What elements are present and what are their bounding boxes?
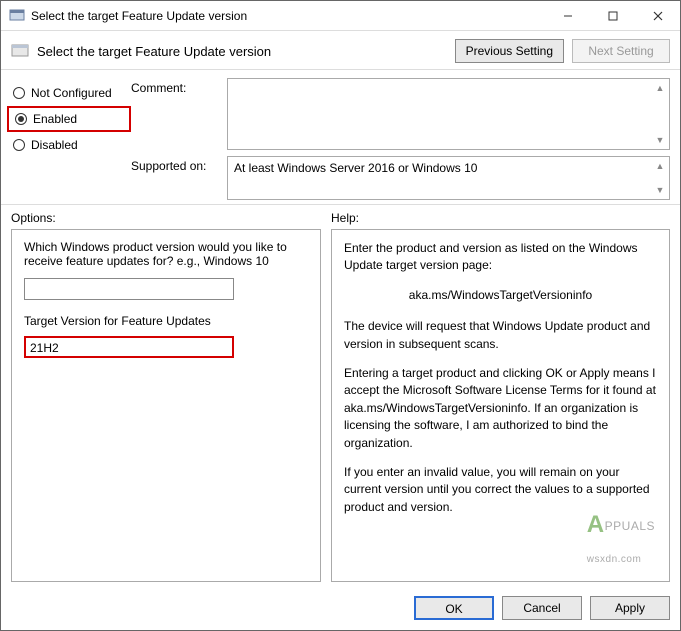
help-paragraph: If you enter an invalid value, you will …	[344, 464, 657, 516]
titlebar: Select the target Feature Update version	[1, 1, 680, 31]
pane-labels: Options: Help:	[1, 205, 680, 229]
state-radio-group: Not Configured Enabled Disabled	[11, 78, 131, 200]
chevron-down-icon[interactable]: ▼	[653, 133, 667, 147]
maximize-button[interactable]	[590, 1, 635, 31]
apply-button[interactable]: Apply	[590, 596, 670, 620]
supported-on-label: Supported on:	[131, 156, 221, 173]
radio-icon	[13, 139, 25, 151]
target-version-input[interactable]: 21H2	[24, 336, 234, 358]
supported-on-box: At least Windows Server 2016 or Windows …	[227, 156, 670, 200]
policy-icon	[11, 42, 29, 60]
product-question: Which Windows product version would you …	[24, 240, 308, 268]
radio-label: Disabled	[31, 138, 78, 152]
highlight-enabled: Enabled	[7, 106, 131, 132]
comment-textarea[interactable]: ▲ ▼	[227, 78, 670, 150]
options-pane: Which Windows product version would you …	[11, 229, 321, 582]
help-paragraph: The device will request that Windows Upd…	[344, 318, 657, 353]
radio-label: Not Configured	[31, 86, 112, 100]
watermark-brand: PPUALS	[605, 519, 655, 533]
options-label: Options:	[11, 211, 331, 225]
config-section: Not Configured Enabled Disabled Comment:…	[1, 70, 680, 205]
chevron-down-icon[interactable]: ▼	[653, 183, 667, 197]
target-version-value: 21H2	[30, 341, 59, 355]
radio-enabled[interactable]: Enabled	[13, 112, 125, 126]
dialog-buttons: OK Cancel Apply	[1, 588, 680, 630]
window-title: Select the target Feature Update version	[31, 9, 545, 23]
app-icon	[9, 8, 25, 24]
comment-label: Comment:	[131, 78, 221, 95]
panes: Which Windows product version would you …	[1, 229, 680, 588]
radio-icon	[15, 113, 27, 125]
cancel-button[interactable]: Cancel	[502, 596, 582, 620]
target-version-label: Target Version for Feature Updates	[24, 314, 308, 328]
previous-setting-button[interactable]: Previous Setting	[455, 39, 564, 63]
help-paragraph: Entering a target product and clicking O…	[344, 365, 657, 452]
fields: Comment: ▲ ▼ Supported on: At least Wind…	[131, 78, 670, 200]
watermark: APPUALS wsxdn.com	[587, 508, 655, 569]
help-pane: Enter the product and version as listed …	[331, 229, 670, 582]
chevron-up-icon[interactable]: ▲	[653, 81, 667, 95]
header: Select the target Feature Update version…	[1, 31, 680, 70]
chevron-up-icon[interactable]: ▲	[653, 159, 667, 173]
policy-title: Select the target Feature Update version	[37, 44, 447, 59]
radio-label: Enabled	[33, 112, 77, 126]
radio-icon	[13, 87, 25, 99]
next-setting-button: Next Setting	[572, 39, 670, 63]
help-paragraph: Enter the product and version as listed …	[344, 240, 657, 275]
help-label: Help:	[331, 211, 670, 225]
ok-button[interactable]: OK	[414, 596, 494, 620]
close-button[interactable]	[635, 1, 680, 31]
help-link: aka.ms/WindowsTargetVersioninfo	[344, 287, 657, 304]
minimize-button[interactable]	[545, 1, 590, 31]
radio-not-configured[interactable]: Not Configured	[11, 80, 131, 106]
product-version-input[interactable]	[24, 278, 234, 300]
radio-disabled[interactable]: Disabled	[11, 132, 131, 158]
watermark-site: wsxdn.com	[587, 554, 642, 565]
supported-on-value: At least Windows Server 2016 or Windows …	[234, 161, 477, 175]
